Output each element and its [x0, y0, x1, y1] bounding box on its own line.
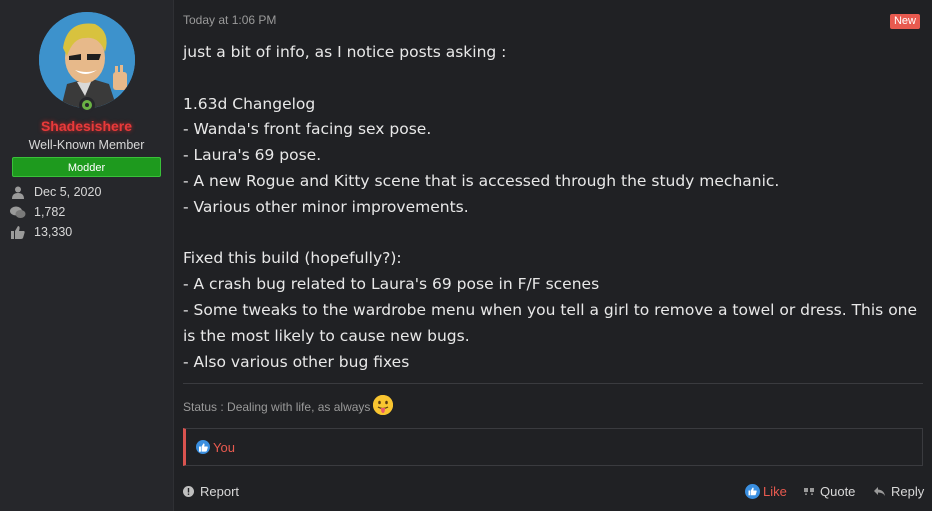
- quote-label: Quote: [820, 484, 856, 499]
- online-status-icon: [79, 97, 95, 113]
- quote-icon: [804, 487, 814, 496]
- like-label: Like: [763, 484, 787, 499]
- like-reaction-icon: [196, 440, 210, 454]
- post-body: just a bit of info, as I notice posts as…: [183, 43, 918, 371]
- avatar[interactable]: [39, 12, 135, 108]
- user-banner: Modder: [12, 157, 161, 177]
- messages-value: 1,782: [34, 205, 66, 219]
- reply-label: Reply: [891, 484, 925, 499]
- stat-reactions: 13,330: [10, 224, 72, 240]
- forum-post: Shadesishere Well-Known Member Modder De…: [0, 0, 932, 511]
- report-icon: [183, 486, 194, 497]
- quote-button[interactable]: Quote: [804, 484, 855, 499]
- reactions-bar[interactable]: You: [183, 428, 923, 466]
- reply-button[interactable]: Reply: [874, 484, 924, 499]
- username[interactable]: Shadesishere: [0, 118, 173, 134]
- reactions-value: 13,330: [34, 225, 73, 239]
- report-label: Report: [200, 484, 240, 499]
- like-icon: [745, 484, 760, 499]
- avatar-illustration: [39, 12, 135, 108]
- signature-text: Status : Dealing with life, as always: [183, 400, 371, 414]
- post-date[interactable]: Today at 1:06 PM: [183, 13, 276, 27]
- signature: Status : Dealing with life, as always: [183, 395, 394, 417]
- new-badge: New: [889, 14, 920, 29]
- joined-value: Dec 5, 2020: [34, 185, 102, 199]
- stat-messages: 1,782: [10, 204, 65, 220]
- stat-joined: Dec 5, 2020: [10, 184, 101, 200]
- like-button[interactable]: Like: [745, 484, 787, 499]
- signature-divider: [183, 383, 923, 384]
- user-icon: [10, 185, 26, 199]
- report-button[interactable]: Report: [183, 484, 239, 499]
- messages-icon: [10, 205, 26, 219]
- reactions-users[interactable]: You: [213, 440, 235, 455]
- post-content-area: Today at 1:06 PM New just a bit of info,…: [174, 0, 932, 511]
- tongue-out-emoji-icon: [373, 395, 394, 415]
- user-title: Well-Known Member: [28, 138, 145, 152]
- user-panel: Shadesishere Well-Known Member Modder De…: [0, 0, 174, 511]
- thumbs-up-icon: [10, 225, 26, 239]
- reply-icon: [874, 487, 885, 496]
